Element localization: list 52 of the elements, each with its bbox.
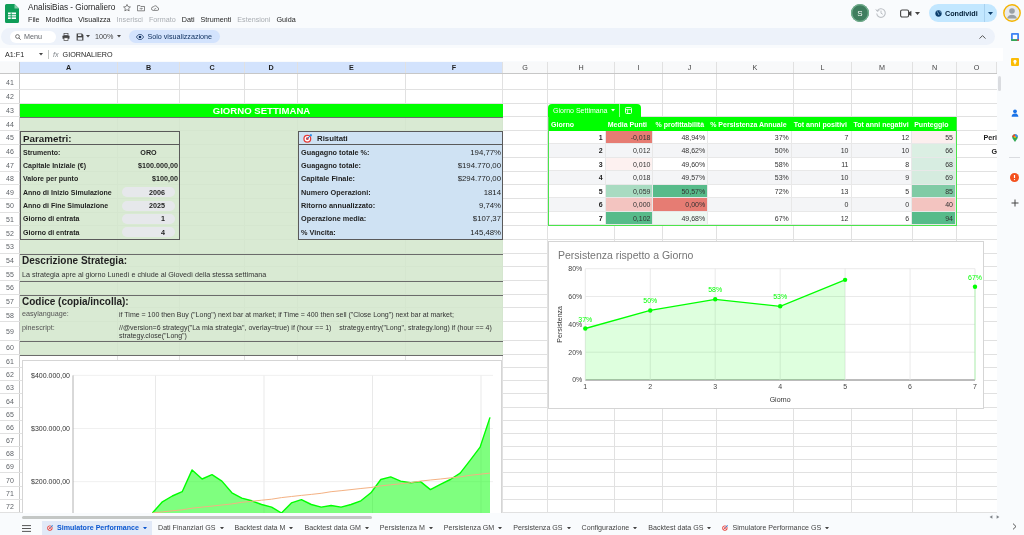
- box-title: Parametri:: [23, 133, 72, 145]
- globe-icon: [935, 9, 942, 17]
- folder-icon[interactable]: [137, 3, 146, 12]
- caret-icon: [988, 11, 993, 15]
- data-point: [583, 326, 588, 331]
- scrollbar-thumb[interactable]: [22, 515, 372, 519]
- caret-icon: [825, 526, 830, 530]
- caret-icon: [707, 526, 712, 530]
- chevron-right-icon[interactable]: [1012, 523, 1017, 530]
- caret-icon: [289, 526, 294, 530]
- eye-icon: [136, 33, 145, 40]
- video-camera-icon[interactable]: [900, 8, 912, 18]
- caret-icon: [143, 526, 147, 530]
- caret-icon: [633, 526, 638, 530]
- floppy-icon[interactable]: [76, 32, 84, 41]
- map-pin-icon[interactable]: [1010, 134, 1019, 142]
- chart-title: Persistenza rispetto a Giorno: [558, 249, 694, 261]
- printer-icon[interactable]: [62, 32, 70, 41]
- plus-icon[interactable]: [1010, 199, 1019, 207]
- search-icon: [15, 33, 21, 40]
- section-title: Descrizione Strategia:: [22, 255, 128, 266]
- caret-icon: [86, 35, 90, 38]
- data-point: [713, 297, 718, 302]
- user-avatar[interactable]: [1003, 4, 1021, 22]
- target-icon: [722, 525, 729, 532]
- menu-icon[interactable]: [22, 524, 31, 532]
- caret-icon: [428, 526, 433, 530]
- caret-icon: [219, 526, 224, 530]
- alert-icon[interactable]: [1010, 173, 1019, 182]
- chevron-up-icon[interactable]: [979, 34, 986, 39]
- calendar-icon[interactable]: [1010, 33, 1019, 41]
- person-icon[interactable]: [1010, 109, 1019, 117]
- caret-icon: [498, 526, 503, 530]
- data-point: [648, 308, 653, 313]
- target-icon: [47, 525, 53, 532]
- caret-icon: [39, 53, 43, 56]
- collaborator-avatar[interactable]: S: [851, 4, 869, 22]
- data-point: [972, 284, 978, 289]
- caret-icon: [915, 11, 920, 15]
- section-title: Codice (copia/incolla):: [22, 295, 129, 307]
- data-point: [777, 304, 783, 309]
- target-icon: [303, 134, 312, 144]
- cloud-icon[interactable]: [151, 3, 160, 12]
- caret-icon: [611, 109, 616, 112]
- caret-icon: [117, 35, 122, 38]
- caret-icon: [566, 526, 571, 530]
- caret-icon: [364, 526, 369, 530]
- star-icon[interactable]: [123, 3, 132, 12]
- table-icon: [625, 106, 633, 114]
- document-title[interactable]: AnalisiBias - Giornaliero: [28, 3, 116, 12]
- spreadsheet-icon[interactable]: [5, 4, 19, 23]
- data-point: [842, 277, 848, 283]
